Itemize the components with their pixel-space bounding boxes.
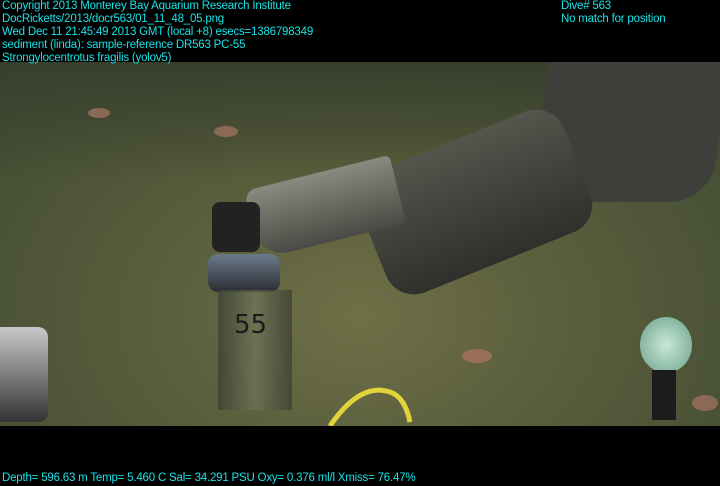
- adjacent-core: [0, 327, 48, 422]
- green-marker-float: [640, 317, 692, 373]
- detection-label: Strongylocentrotus fragilis (yolov5): [2, 52, 172, 64]
- sea-urchin: [462, 349, 492, 363]
- sea-urchin: [214, 126, 238, 137]
- position-status: No match for position: [561, 13, 666, 25]
- sea-urchin: [692, 395, 718, 411]
- timestamp-text: Wed Dec 11 21:45:49 2013 GMT (local +8) …: [2, 26, 314, 38]
- file-path-text: DocRicketts/2013/docr563/01_11_48_05.png: [2, 13, 224, 25]
- marker-weight: [652, 370, 676, 420]
- sea-urchin: [88, 108, 110, 118]
- annotation-text: sediment (linda): sample-reference DR563…: [2, 39, 246, 51]
- seafloor-camera-image: 55: [0, 62, 720, 426]
- core-label: 55: [234, 310, 268, 340]
- dive-number: Dive# 563: [561, 0, 611, 12]
- sensor-readout: Depth= 596.63 m Temp= 5.460 C Sal= 34.29…: [2, 472, 416, 484]
- push-core-tube: 55: [218, 290, 292, 410]
- core-handle: [212, 202, 260, 252]
- yellow-rope: [327, 387, 413, 426]
- core-cap: [208, 254, 280, 292]
- copyright-text: Copyright 2013 Monterey Bay Aquarium Res…: [2, 0, 291, 12]
